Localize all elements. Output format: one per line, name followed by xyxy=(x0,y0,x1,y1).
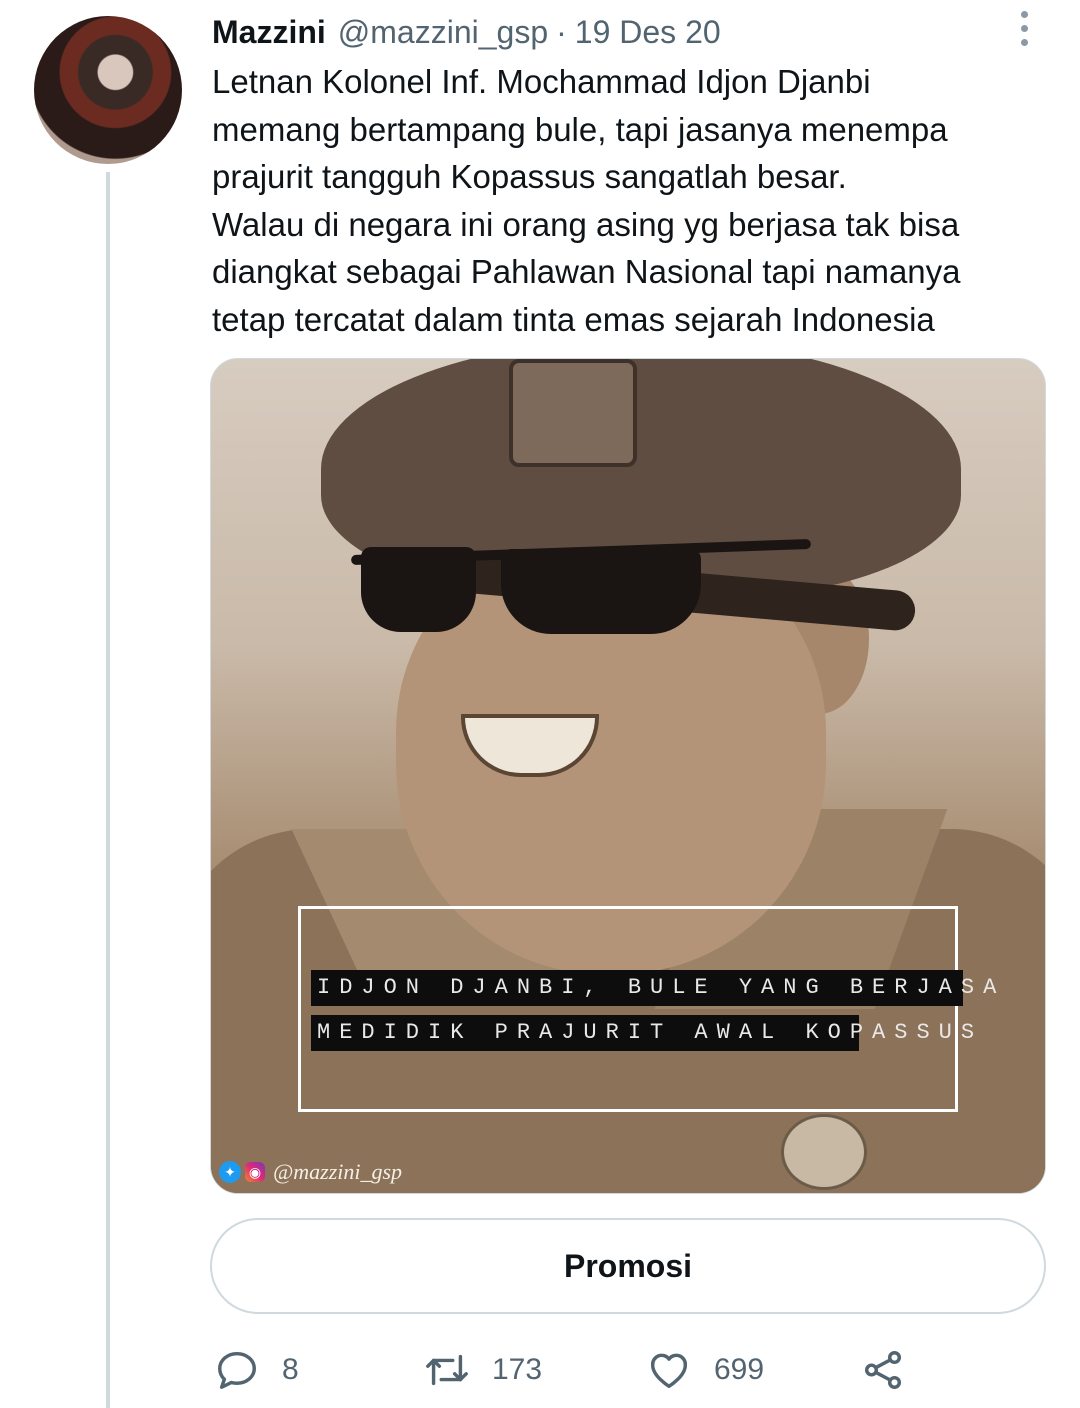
user-handle[interactable]: @mazzini_gsp xyxy=(338,14,548,51)
heart-icon xyxy=(650,1353,688,1389)
like-count: 699 xyxy=(714,1353,765,1386)
tweet-date[interactable]: 19 Des 20 xyxy=(575,14,721,51)
photo-caption-line: IDJON DJANBI, BULE YANG BERJASA xyxy=(311,970,996,1006)
retweet-icon xyxy=(426,1354,468,1386)
tweet-text-line: Letnan Kolonel Inf. Mochammad Idjon Djan… xyxy=(212,63,871,100)
photo-caption-line: MEDIDIK PRAJURIT AWAL KOPASSUS xyxy=(311,1015,974,1051)
more-dot xyxy=(1020,38,1028,46)
tweet-text-line: tetap tercatat dalam tinta emas sejarah … xyxy=(212,300,935,338)
tweet-text: Letnan Kolonel Inf. Mochammad Idjon Djan… xyxy=(212,58,1032,343)
tweet-text-line: Walau di negara ini orang asing yg berja… xyxy=(212,205,960,243)
promote-button[interactable]: Promosi xyxy=(210,1218,1046,1314)
share-button[interactable] xyxy=(860,1340,906,1400)
avatar[interactable] xyxy=(34,16,182,164)
like-button[interactable]: 699 xyxy=(646,1340,764,1400)
display-name[interactable]: Mazzini xyxy=(212,14,326,51)
more-dot xyxy=(1020,10,1028,18)
thread-line xyxy=(106,172,110,1408)
photo-watermark: ✦ ◉ @mazzini_gsp xyxy=(219,1159,402,1185)
tweet-media-photo[interactable]: IDJON DJANBI, BULE YANG BERJASA MEDIDIK … xyxy=(210,358,1046,1194)
photo-caption-frame xyxy=(298,906,958,1112)
reply-count: 8 xyxy=(282,1353,299,1386)
watermark-handle: @mazzini_gsp xyxy=(273,1159,403,1184)
tweet-action-bar: 8 173 699 xyxy=(210,1340,1046,1400)
photo-beret-badge xyxy=(509,359,637,467)
header-separator: · xyxy=(556,13,567,50)
twitter-logo-icon: ✦ xyxy=(219,1161,241,1183)
more-vertical-icon[interactable] xyxy=(1006,8,1042,48)
reply-button[interactable]: 8 xyxy=(214,1340,299,1400)
tweet-header: Mazzini @mazzini_gsp · 19 Des 20 xyxy=(212,8,721,56)
photo-chest-badge xyxy=(781,1114,867,1190)
tweet-text-line: diangkat sebagai Pahlawan Nasional tapi … xyxy=(212,253,961,290)
tweet-text-line: prajurit tangguh Kopassus sangatlah besa… xyxy=(212,158,847,195)
share-icon xyxy=(864,1351,902,1389)
more-dot xyxy=(1020,24,1028,32)
photo-glasses-left xyxy=(361,547,476,632)
reply-icon xyxy=(218,1351,256,1389)
instagram-logo-icon: ◉ xyxy=(245,1162,265,1182)
photo-glasses-right xyxy=(501,549,701,634)
retweet-count: 173 xyxy=(492,1353,543,1386)
tweet-text-line: memang bertampang bule, tapi jasanya men… xyxy=(212,110,948,148)
retweet-button[interactable]: 173 xyxy=(424,1340,542,1400)
